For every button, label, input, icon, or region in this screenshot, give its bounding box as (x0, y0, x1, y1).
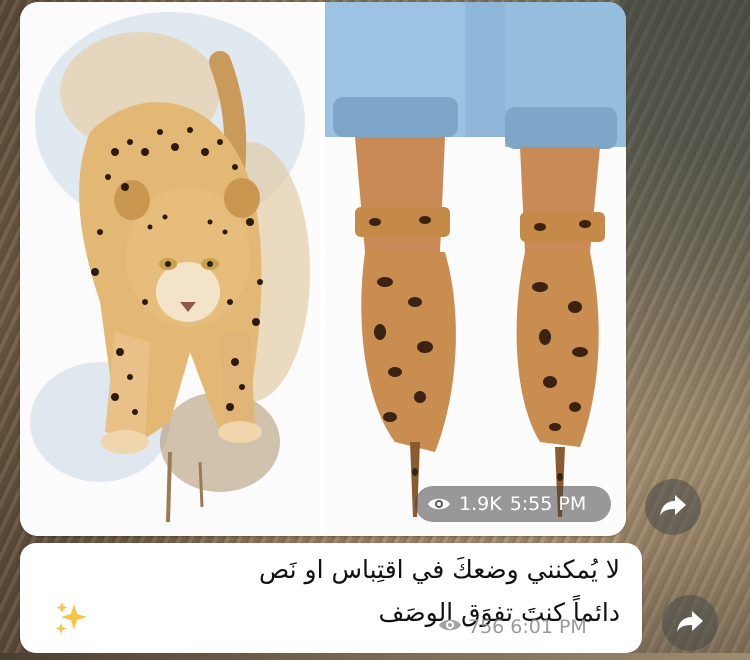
next-message-edge (0, 653, 750, 660)
leopard-heels-photo[interactable] (325, 2, 626, 536)
sparkles-icon (54, 601, 88, 639)
share-arrow-icon (659, 493, 687, 521)
text-views-count: 756 (468, 616, 505, 638)
eye-icon (438, 616, 462, 638)
text-time: 6:01 PM (510, 616, 587, 638)
share-text-button[interactable] (662, 595, 718, 651)
share-arrow-icon (676, 609, 704, 637)
media-time: 5:55 PM (509, 493, 587, 515)
leopard-painting-photo[interactable] (20, 2, 320, 536)
media-message-bubble[interactable]: 1.9K 5:55 PM (20, 2, 626, 536)
leopard-painting-image (30, 12, 310, 523)
media-meta-pill: 1.9K 5:55 PM (415, 486, 611, 522)
share-media-button[interactable] (645, 479, 701, 535)
leopard-heels-image (325, 2, 626, 517)
message-text-line1: لا يُمكنني وضعكَ في اقتِباس او نَص (258, 555, 620, 584)
text-meta: 756 6:01 PM (438, 616, 587, 638)
media-views-count: 1.9K (459, 493, 502, 515)
eye-icon (427, 496, 451, 512)
